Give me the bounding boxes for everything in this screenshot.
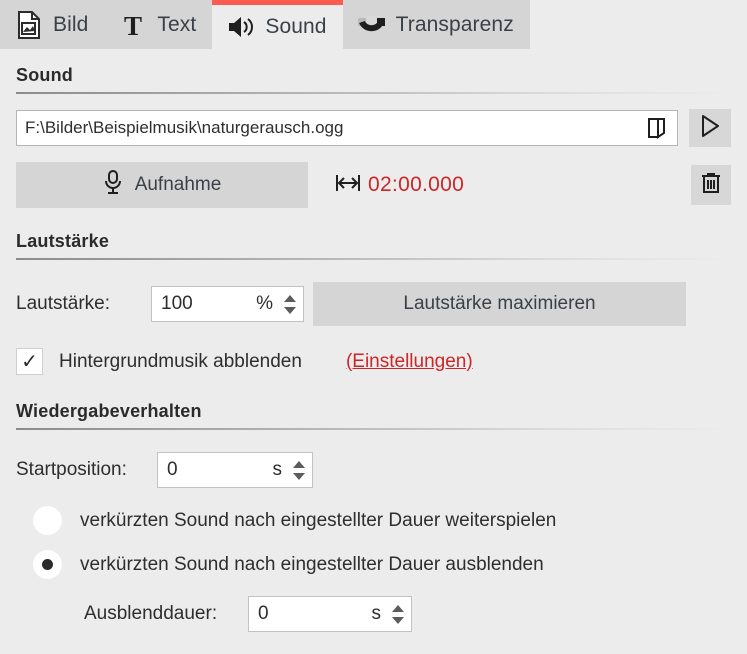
settings-content: Sound F:\Bilder\Beispielmusik\naturgerau… xyxy=(0,65,747,632)
tab-bar: Bild T Text Sound Transparenz xyxy=(0,0,747,49)
chevron-up-icon[interactable] xyxy=(293,460,305,468)
radio-continue[interactable] xyxy=(33,506,62,535)
fade-duration-value: 0 xyxy=(258,603,269,624)
volume-stepper[interactable] xyxy=(281,294,299,314)
start-position-value: 0 xyxy=(167,459,178,480)
maximize-volume-label: Lautstärke maximieren xyxy=(403,293,596,314)
image-file-icon xyxy=(14,10,44,40)
duration-value: 02:00.000 xyxy=(368,173,465,196)
volume-field-label: Lautstärke: xyxy=(16,293,110,314)
radio-selected-dot xyxy=(42,559,53,570)
active-tab-accent-bar xyxy=(212,0,343,5)
fade-duration-unit: s xyxy=(371,603,382,624)
trash-icon xyxy=(700,171,722,200)
duration-display: 02:00.000 xyxy=(335,171,464,200)
fade-duration-label: Ausblenddauer: xyxy=(84,603,218,624)
svg-text:T: T xyxy=(124,11,142,39)
microphone-icon xyxy=(103,169,123,201)
tab-text-label: Text xyxy=(157,12,197,36)
volume-row: Lautstärke: 100 % Lautstärke maximieren xyxy=(16,282,731,326)
chevron-down-icon[interactable] xyxy=(392,616,404,624)
check-icon: ✓ xyxy=(21,350,38,373)
transparency-icon xyxy=(357,10,387,40)
tab-bild-label: Bild xyxy=(53,12,89,36)
fade-background-label: Hintergrundmusik abblenden xyxy=(59,350,302,372)
volume-section: Lautstärke Lautstärke: 100 % Lautstärke … xyxy=(16,231,731,375)
fade-duration-row: Ausblenddauer: 0 s xyxy=(84,596,731,632)
volume-input[interactable]: 100 % xyxy=(151,286,304,322)
fade-background-row: ✓ Hintergrundmusik abblenden (Einstellun… xyxy=(16,348,731,375)
settings-link[interactable]: (Einstellungen) xyxy=(346,351,473,373)
radio-continue-label: verkürzten Sound nach eingestellter Daue… xyxy=(80,509,557,531)
fade-duration-input[interactable]: 0 s xyxy=(248,596,412,632)
folder-open-icon[interactable] xyxy=(643,113,671,143)
tab-bild[interactable]: Bild xyxy=(0,0,105,49)
maximize-volume-button[interactable]: Lautstärke maximieren xyxy=(313,282,686,326)
fade-duration-stepper[interactable] xyxy=(389,604,407,624)
chevron-down-icon[interactable] xyxy=(284,306,296,314)
tab-sound[interactable]: Sound xyxy=(212,0,343,49)
speaker-icon xyxy=(226,12,256,42)
chevron-down-icon[interactable] xyxy=(293,472,305,480)
record-row: Aufnahme 02:00.000 xyxy=(16,162,731,208)
tab-transparenz-label: Transparenz xyxy=(395,12,514,36)
playback-section: Wiedergabeverhalten Startposition: 0 s v… xyxy=(16,401,731,632)
playback-section-heading: Wiedergabeverhalten xyxy=(16,401,202,421)
start-position-label: Startposition: xyxy=(16,459,127,480)
tab-sound-label: Sound xyxy=(265,15,327,38)
sound-path-value: F:\Bilder\Beispielmusik\naturgerausch.og… xyxy=(25,118,344,137)
play-icon xyxy=(699,114,721,143)
radio-fadeout-label: verkürzten Sound nach eingestellter Daue… xyxy=(80,553,544,575)
playback-section-divider xyxy=(16,428,731,430)
record-button-label: Aufnahme xyxy=(134,174,222,195)
volume-section-heading: Lautstärke xyxy=(16,231,110,251)
text-t-icon: T xyxy=(118,10,148,40)
delete-sound-button[interactable] xyxy=(691,165,731,205)
volume-unit: % xyxy=(256,293,273,314)
sound-file-row: F:\Bilder\Beispielmusik\naturgerausch.og… xyxy=(16,109,731,147)
fade-background-checkbox[interactable]: ✓ xyxy=(16,348,43,375)
record-button[interactable]: Aufnahme xyxy=(16,162,308,208)
chevron-up-icon[interactable] xyxy=(392,604,404,612)
start-position-input[interactable]: 0 s xyxy=(157,452,313,488)
duration-arrows-icon xyxy=(335,171,361,200)
volume-section-divider xyxy=(16,258,731,260)
radio-fadeout-row[interactable]: verkürzten Sound nach eingestellter Daue… xyxy=(33,550,731,579)
start-position-row: Startposition: 0 s xyxy=(16,452,731,488)
chevron-up-icon[interactable] xyxy=(284,294,296,302)
sound-section: Sound F:\Bilder\Beispielmusik\naturgerau… xyxy=(16,65,731,208)
radio-continue-row[interactable]: verkürzten Sound nach eingestellter Daue… xyxy=(33,506,731,535)
sound-path-field[interactable]: F:\Bilder\Beispielmusik\naturgerausch.og… xyxy=(16,110,678,146)
volume-value: 100 xyxy=(161,293,193,314)
tab-transparenz[interactable]: Transparenz xyxy=(342,0,530,49)
start-position-unit: s xyxy=(272,459,283,480)
tab-text[interactable]: T Text xyxy=(104,0,213,49)
start-position-stepper[interactable] xyxy=(290,460,308,480)
sound-section-heading: Sound xyxy=(16,65,73,85)
sound-section-divider xyxy=(16,92,731,94)
play-button[interactable] xyxy=(689,109,731,147)
radio-fadeout[interactable] xyxy=(33,550,62,579)
